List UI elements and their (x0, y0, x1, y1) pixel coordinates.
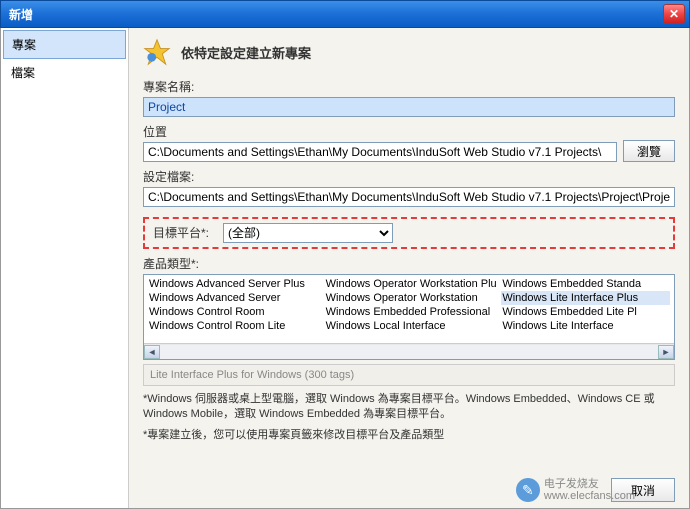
watermark-icon: ✎ (516, 478, 540, 502)
project-name-input[interactable] (143, 97, 675, 117)
list-item[interactable]: Windows Embedded Lite Pl (501, 305, 670, 319)
sidebar-item-file[interactable]: 檔案 (3, 59, 126, 86)
list-item[interactable]: Windows Lite Interface Plus (501, 291, 670, 305)
platform-select[interactable]: (全部) (223, 223, 393, 243)
scroll-track[interactable] (160, 345, 658, 359)
platform-note: *Windows 伺服器或桌上型電腦，選取 Windows 為專案目標平台。Wi… (143, 392, 675, 422)
list-item[interactable]: Windows Local Interface (325, 319, 494, 333)
product-label: 產品類型*: (143, 255, 675, 272)
post-create-note: *專案建立後，您可以使用專案頁籤來修改目標平台及產品類型 (143, 426, 675, 442)
name-label: 專案名稱: (143, 78, 675, 95)
window-title: 新增 (5, 6, 33, 23)
scroll-right-icon[interactable]: ► (658, 345, 674, 359)
sidebar-item-label: 檔案 (11, 66, 35, 80)
list-item[interactable]: Windows Control Room (148, 305, 317, 319)
sidebar-item-project[interactable]: 專案 (3, 30, 126, 59)
list-item[interactable]: Windows Advanced Server (148, 291, 317, 305)
config-file-input[interactable] (143, 187, 675, 207)
main-panel: 依特定設定建立新專案 專案名稱: 位置 瀏覽 設定檔案: 目標平台*: (129, 28, 689, 508)
location-input[interactable] (143, 142, 617, 162)
page-title: 依特定設定建立新專案 (181, 43, 311, 62)
horizontal-scrollbar[interactable]: ◄ ► (144, 343, 674, 359)
list-item[interactable]: Windows Lite Interface (501, 319, 670, 333)
product-description: Lite Interface Plus for Windows (300 tag… (143, 364, 675, 386)
titlebar: 新增 ✕ (0, 0, 690, 28)
target-platform-highlight: 目標平台*: (全部) (143, 217, 675, 249)
list-item[interactable]: Windows Embedded Professional (325, 305, 494, 319)
list-item[interactable]: Windows Operator Workstation (325, 291, 494, 305)
config-label: 設定檔案: (143, 168, 675, 185)
wizard-icon (143, 38, 171, 66)
list-item[interactable]: Windows Embedded Standa (501, 277, 670, 291)
location-label: 位置 (143, 123, 617, 140)
list-item[interactable]: Windows Control Room Lite (148, 319, 317, 333)
platform-label: 目標平台*: (153, 224, 209, 241)
scroll-left-icon[interactable]: ◄ (144, 345, 160, 359)
close-icon: ✕ (669, 7, 679, 21)
sidebar-item-label: 專案 (12, 38, 36, 52)
sidebar: 專案 檔案 (1, 28, 129, 508)
list-item[interactable]: Windows Operator Workstation Plus (325, 277, 494, 291)
product-type-listbox[interactable]: Windows Advanced Server Plus Windows Adv… (143, 274, 675, 360)
list-item[interactable]: Windows Advanced Server Plus (148, 277, 317, 291)
browse-button[interactable]: 瀏覽 (623, 140, 675, 162)
close-button[interactable]: ✕ (663, 4, 685, 24)
cancel-button[interactable]: 取消 (611, 478, 675, 502)
